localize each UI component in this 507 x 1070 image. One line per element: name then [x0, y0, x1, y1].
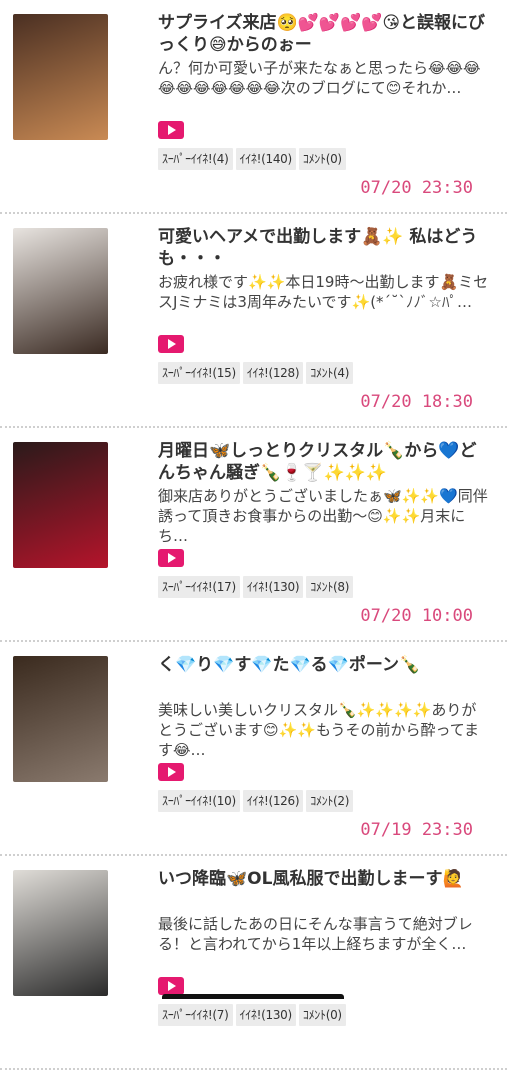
blog-post[interactable]: サプライズ来店🥺💕💕💕💕😘と誤報にびっくり😅からのぉー ん？何か可愛い子が来たな… [0, 0, 507, 214]
post-timestamp: 07/20 23:30 [360, 178, 473, 198]
post-timestamp: 07/19 23:30 [360, 820, 473, 840]
super-like-button[interactable]: ｽｰﾊﾟｰｲｲﾈ!(10) [158, 790, 240, 812]
video-play-icon[interactable] [158, 121, 184, 139]
like-button[interactable]: ｲｲﾈ!(128) [242, 362, 304, 384]
post-thumbnail[interactable] [13, 656, 108, 782]
post-thumbnail[interactable] [13, 14, 108, 140]
video-play-icon[interactable] [158, 335, 184, 353]
post-title[interactable]: 月曜日🦋しっとりクリスタル🍾から💙どんちゃん騒ぎ🍾🍷🍸✨✨✨ [158, 440, 491, 484]
super-like-button[interactable]: ｽｰﾊﾟｰｲｲﾈ!(17) [158, 576, 240, 598]
like-button[interactable]: ｲｲﾈ!(130) [242, 576, 304, 598]
post-excerpt: お疲れ様です✨✨本日19時〜出勤します🧸ミセスJミナミは3周年みたいです✨(*´… [158, 273, 489, 311]
post-excerpt: 御来店ありがとうございましたぁ🦋✨✨💙同伴誘って頂きお食事からの出勤〜😊✨✨月末… [158, 487, 488, 545]
blog-feed: サプライズ来店🥺💕💕💕💕😘と誤報にびっくり😅からのぉー ん？何か可愛い子が来たな… [0, 0, 507, 1070]
reaction-badges: ｽｰﾊﾟｰｲｲﾈ!(17) ｲｲﾈ!(130) ｺﾒﾝﾄ(8) [158, 576, 354, 598]
like-button[interactable]: ｲｲﾈ!(140) [235, 148, 296, 170]
reaction-badges: ｽｰﾊﾟｰｲｲﾈ!(15) ｲｲﾈ!(128) ｺﾒﾝﾄ(4) [158, 362, 354, 384]
post-title[interactable]: サプライズ来店🥺💕💕💕💕😘と誤報にびっくり😅からのぉー [158, 12, 491, 56]
blog-post[interactable]: く💎り💎す💎た💎る💎ポーン🍾 美味しい美しいクリスタル🍾✨✨✨✨ありがとうござい… [0, 642, 507, 856]
post-title[interactable]: いつ降臨🦋OL風私服で出勤しまーす🙋 [158, 868, 491, 890]
like-button[interactable]: ｲｲﾈ!(130) [235, 1004, 296, 1026]
comment-button[interactable]: ｺﾒﾝﾄ(0) [298, 1004, 346, 1026]
post-thumbnail[interactable] [13, 228, 108, 354]
video-play-icon[interactable] [158, 977, 184, 995]
reaction-badges: ｽｰﾊﾟｰｲｲﾈ!(7) ｲｲﾈ!(130) ｺﾒﾝﾄ(0) [158, 1004, 346, 1026]
super-like-button[interactable]: ｽｰﾊﾟｰｲｲﾈ!(15) [158, 362, 240, 384]
video-play-icon[interactable] [158, 549, 184, 567]
post-excerpt: 最後に話したあの日にそんな事言うて絶対ブレる！と言われてから1年以上経ちますが全… [158, 915, 473, 953]
like-button[interactable]: ｲｲﾈ!(126) [242, 790, 304, 812]
blog-post[interactable]: 月曜日🦋しっとりクリスタル🍾から💙どんちゃん騒ぎ🍾🍷🍸✨✨✨ 御来店ありがとうご… [0, 428, 507, 642]
blog-post[interactable]: 可愛いヘアメで出勤します🧸✨ 私はどうも・・・ お疲れ様です✨✨本日19時〜出勤… [0, 214, 507, 428]
comment-button[interactable]: ｺﾒﾝﾄ(4) [306, 362, 354, 384]
post-thumbnail[interactable] [13, 870, 108, 996]
post-excerpt: 美味しい美しいクリスタル🍾✨✨✨✨ありがとうございます😊✨✨もうその前から酔って… [158, 701, 480, 759]
home-indicator[interactable] [162, 994, 344, 999]
reaction-badges: ｽｰﾊﾟｰｲｲﾈ!(10) ｲｲﾈ!(126) ｺﾒﾝﾄ(2) [158, 790, 354, 812]
post-timestamp: 07/20 10:00 [360, 606, 473, 626]
video-play-icon[interactable] [158, 763, 184, 781]
blog-post[interactable]: いつ降臨🦋OL風私服で出勤しまーす🙋 最後に話したあの日にそんな事言うて絶対ブレ… [0, 856, 507, 1070]
super-like-button[interactable]: ｽｰﾊﾟｰｲｲﾈ!(7) [158, 1004, 233, 1026]
reaction-badges: ｽｰﾊﾟｰｲｲﾈ!(4) ｲｲﾈ!(140) ｺﾒﾝﾄ(0) [158, 148, 346, 170]
post-thumbnail[interactable] [13, 442, 108, 568]
post-timestamp: 07/20 18:30 [360, 392, 473, 412]
super-like-button[interactable]: ｽｰﾊﾟｰｲｲﾈ!(4) [158, 148, 233, 170]
post-excerpt: ん？何か可愛い子が来たなぁと思ったら😂😂😂😂😂😂😂😂😂😂次のブログにて😊それか… [158, 59, 481, 97]
post-title[interactable]: く💎り💎す💎た💎る💎ポーン🍾 [158, 654, 491, 676]
comment-button[interactable]: ｺﾒﾝﾄ(2) [306, 790, 354, 812]
post-title[interactable]: 可愛いヘアメで出勤します🧸✨ 私はどうも・・・ [158, 226, 491, 270]
comment-button[interactable]: ｺﾒﾝﾄ(0) [298, 148, 346, 170]
comment-button[interactable]: ｺﾒﾝﾄ(8) [306, 576, 354, 598]
